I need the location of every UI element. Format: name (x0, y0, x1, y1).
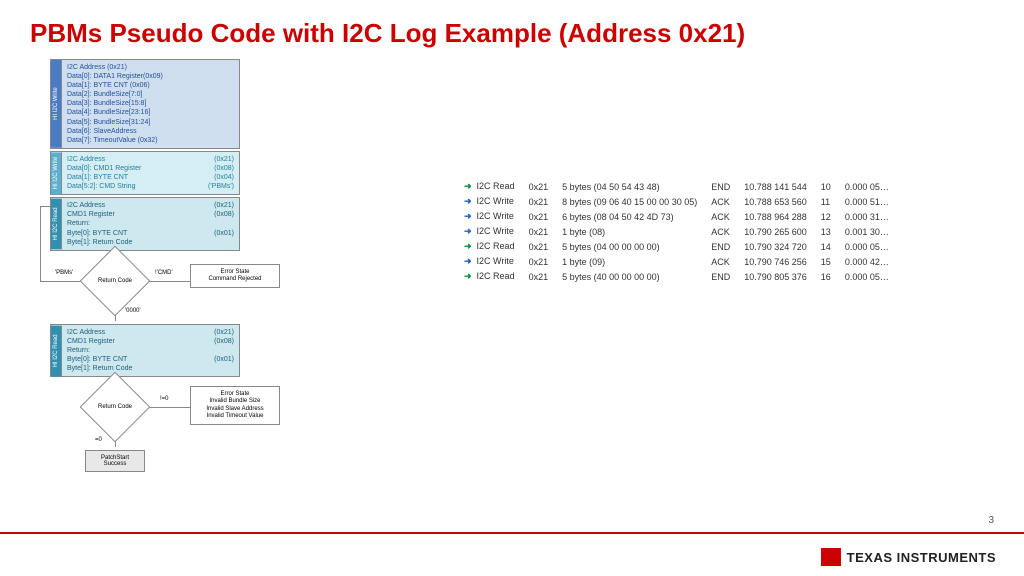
error-box-2: Error StateInvalid Bundle SizeInvalid Sl… (190, 386, 280, 425)
decision-label: Return Code (90, 382, 140, 432)
ti-logo: TEXAS INSTRUMENTS (821, 548, 996, 566)
log-row: ➜ I2C Write0x211 byte (08)ACK10.790 265 … (460, 224, 899, 239)
log-row: ➜ I2C Write0x211 byte (09)ACK10.790 746 … (460, 254, 899, 269)
content-area: HI I2C Write I2C Address (0x21)Data[0]: … (0, 59, 1024, 472)
fc-body: I2C Address(0x21)CMD1 Register(0x08)Retu… (62, 325, 239, 376)
log-row: ➜ I2C Read0x215 bytes (04 00 00 00 00)EN… (460, 239, 899, 254)
fc-body: I2C Address (0x21)Data[0]: DATA1 Registe… (62, 60, 239, 148)
log-row: ➜ I2C Read0x215 bytes (40 00 00 00 00)EN… (460, 269, 899, 284)
decision-area-2: Return Code !=0 =0 Error StateInvalid Bu… (30, 382, 330, 442)
page-number: 3 (988, 515, 994, 526)
fc-box-read2: HI I2C Read I2C Address(0x21)CMD1 Regist… (50, 324, 240, 377)
edge-label-bottom: '0000' (125, 308, 141, 314)
log-row: ➜ I2C Read0x215 bytes (04 50 54 43 48)EN… (460, 179, 899, 194)
ti-logo-text: TEXAS INSTRUMENTS (847, 550, 996, 565)
page-title: PBMs Pseudo Code with I2C Log Example (A… (0, 0, 1024, 59)
edge-label-right: !'CMD' (155, 270, 173, 276)
log-row: ➜ I2C Write0x216 bytes (08 04 50 42 4D 7… (460, 209, 899, 224)
footer: TEXAS INSTRUMENTS (0, 532, 1024, 576)
fc-body: I2C Address(0x21)CMD1 Register(0x08)Retu… (62, 198, 239, 249)
decision-label: Return Code (90, 256, 140, 306)
fc-side-label: HI I2C Read (51, 325, 62, 376)
ti-chip-icon (821, 548, 841, 566)
fc-side-label: HI I2C Write (51, 152, 62, 194)
edge-label-left: 'PBMs' (55, 270, 73, 276)
log-row: ➜ I2C Write0x218 bytes (09 06 40 15 00 0… (460, 194, 899, 209)
fc-box-read1: HI I2C Read I2C Address(0x21)CMD1 Regist… (50, 197, 240, 250)
fc-side-label: HI I2C Read (51, 198, 62, 249)
success-box: PatchStartSuccess (85, 450, 145, 472)
fc-body: I2C Address(0x21)Data[0]: CMD1 Register(… (62, 152, 239, 194)
decision-area-1: Return Code 'PBMs' !'CMD' '0000' Error S… (30, 256, 330, 316)
flowchart: HI I2C Write I2C Address (0x21)Data[0]: … (30, 59, 330, 472)
fc-box-write2: HI I2C Write I2C Address(0x21)Data[0]: C… (50, 151, 240, 195)
edge-label-right: !=0 (160, 396, 169, 402)
edge-label-bottom: =0 (95, 437, 102, 443)
fc-box-write1: HI I2C Write I2C Address (0x21)Data[0]: … (50, 59, 240, 149)
fc-side-label: HI I2C Write (51, 60, 62, 148)
i2c-log-table: ➜ I2C Read0x215 bytes (04 50 54 43 48)EN… (460, 179, 899, 472)
error-box-1: Error StateCommand Rejected (190, 264, 280, 288)
